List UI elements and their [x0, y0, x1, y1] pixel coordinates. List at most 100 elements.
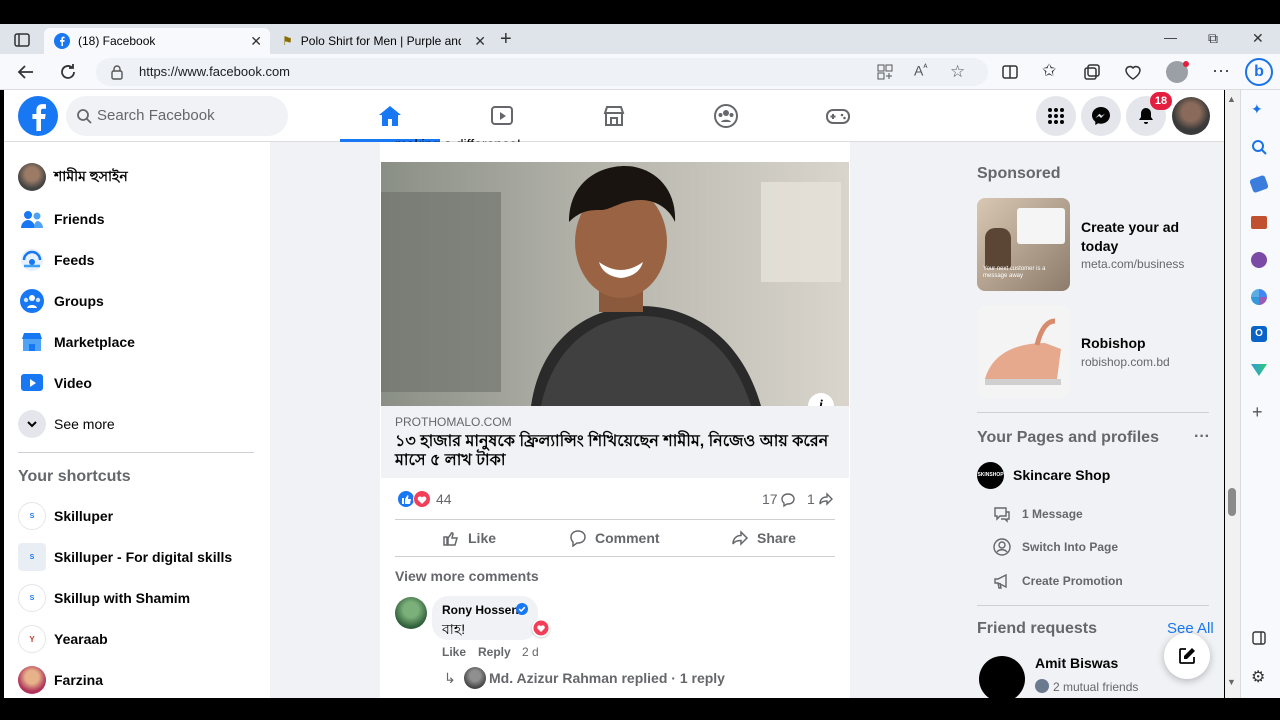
share-count-icon: [818, 491, 834, 507]
tab-facebook[interactable]: (18) Facebook ✕: [44, 28, 270, 54]
comment-reply-link[interactable]: Reply: [478, 645, 511, 659]
like-button[interactable]: Like: [442, 528, 496, 548]
groups-icon: [18, 287, 46, 315]
scroll-thumb[interactable]: [1228, 488, 1236, 516]
reaction-count[interactable]: 44: [436, 491, 452, 507]
games-icon[interactable]: [1251, 252, 1267, 268]
messenger-button[interactable]: [1081, 96, 1121, 136]
back-arrow-icon[interactable]: [16, 62, 36, 82]
view-replies-link[interactable]: Md. Azizur Rahman replied · 1 reply: [489, 670, 725, 686]
shortcuts-title: Your shortcuts: [18, 468, 131, 485]
sidebar-item-profile[interactable]: শামীম হুসাইন: [18, 162, 128, 192]
profile-alert-dot: [1183, 61, 1189, 67]
outlook-icon[interactable]: O: [1251, 326, 1267, 342]
sidebar-panel-icon[interactable]: [1252, 631, 1266, 645]
reply-arrow-icon: ↳: [444, 670, 456, 686]
discover-icon[interactable]: ✦: [1251, 101, 1263, 118]
ad-domain[interactable]: robishop.com.bd: [1081, 355, 1170, 369]
tab-actions-icon[interactable]: [12, 30, 32, 50]
read-aloud-icon[interactable]: Aᴬ: [914, 62, 927, 79]
scroll-up-icon[interactable]: ▲: [1227, 94, 1236, 104]
page-avatar[interactable]: SKINSHOP: [977, 462, 1004, 489]
sidebar-item-feeds[interactable]: Feeds: [18, 245, 94, 275]
ad-domain[interactable]: meta.com/business: [1081, 257, 1184, 271]
account-avatar[interactable]: [1172, 97, 1210, 135]
page-action-promotion[interactable]: Create Promotion: [992, 571, 1123, 591]
app-available-icon[interactable]: [876, 63, 894, 81]
post-link-image[interactable]: [381, 162, 849, 406]
sidebar-item-marketplace[interactable]: Marketplace: [18, 327, 135, 357]
sidebar-search-icon[interactable]: [1251, 139, 1267, 155]
pages-more-button[interactable]: ···: [1194, 428, 1210, 446]
add-sidebar-app-icon[interactable]: +: [1252, 402, 1263, 423]
home-icon[interactable]: [377, 103, 403, 129]
shortcut-skillup-shamim[interactable]: S Skillup with Shamim: [18, 583, 190, 613]
mutual-friends-count[interactable]: 2 mutual friends: [1053, 680, 1138, 694]
tab-polo-shirt[interactable]: ⚑ Polo Shirt for Men | Purple and B ✕: [272, 28, 494, 54]
tools-icon[interactable]: [1251, 216, 1267, 229]
collections-icon[interactable]: [1083, 63, 1101, 81]
tab-close-icon[interactable]: ✕: [250, 33, 262, 50]
sidebar-item-groups[interactable]: Groups: [18, 286, 104, 316]
comment-like-link[interactable]: Like: [442, 645, 466, 659]
comment-time[interactable]: 2 d: [522, 645, 539, 659]
shortcut-skilluper[interactable]: S Skilluper: [18, 501, 113, 531]
gaming-nav-icon[interactable]: [825, 103, 851, 129]
link-title[interactable]: ১৩ হাজার মানুষকে ফ্রিল্যান্সিং শিখিয়েছে…: [395, 432, 835, 470]
friend-request-avatar[interactable]: [979, 656, 1025, 702]
microsoft-365-icon[interactable]: [1251, 289, 1267, 305]
sidebar-settings-gear-icon[interactable]: ⚙: [1251, 667, 1265, 687]
browser-essentials-icon[interactable]: [1124, 63, 1142, 81]
marketplace-nav-icon[interactable]: [601, 103, 627, 129]
comment-count[interactable]: 17: [762, 491, 778, 507]
tab-close-icon[interactable]: ✕: [474, 33, 486, 50]
sidebar-item-video[interactable]: Video: [18, 368, 92, 398]
friend-request-name[interactable]: Amit Biswas: [1035, 655, 1118, 671]
groups-nav-icon[interactable]: [713, 103, 739, 129]
ad-title[interactable]: Create your ad today: [1081, 218, 1201, 256]
ad-title[interactable]: Robishop: [1081, 334, 1201, 353]
scroll-down-icon[interactable]: ▼: [1227, 677, 1236, 687]
shortcut-label: Yearaab: [54, 631, 108, 647]
shortcut-farzina[interactable]: Farzina: [18, 665, 103, 695]
restore-button[interactable]: ⧉: [1208, 30, 1218, 47]
minimize-button[interactable]: —: [1164, 30, 1177, 45]
page-scrollbar[interactable]: [1225, 90, 1240, 698]
ad-image-meta[interactable]: Your next customer is a message away: [977, 198, 1070, 291]
new-message-button[interactable]: [1164, 633, 1210, 679]
shortcut-yearaab[interactable]: Y Yearaab: [18, 624, 108, 654]
url-text[interactable]: https://www.facebook.com: [139, 64, 290, 79]
view-more-comments[interactable]: View more comments: [395, 568, 539, 584]
reactions-icon[interactable]: [397, 490, 433, 508]
link-source: PROTHOMALO.COM: [395, 415, 512, 429]
lock-icon[interactable]: [110, 64, 124, 80]
favorite-star-icon[interactable]: ☆: [950, 62, 965, 82]
facebook-logo-icon[interactable]: [18, 96, 58, 136]
shortcut-skilluper-digital[interactable]: S Skilluper - For digital skills: [18, 542, 232, 572]
profile-avatar: [18, 163, 46, 191]
watch-icon[interactable]: [489, 103, 515, 129]
more-menu-icon[interactable]: ···: [1212, 60, 1230, 81]
refresh-icon[interactable]: [58, 62, 78, 82]
favorites-icon[interactable]: ✩: [1042, 61, 1056, 81]
new-tab-button[interactable]: +: [500, 28, 512, 51]
split-screen-icon[interactable]: [1001, 63, 1019, 81]
sidebar-item-see-more[interactable]: See more: [18, 409, 115, 439]
page-action-switch[interactable]: Switch Into Page: [992, 537, 1118, 557]
close-window-button[interactable]: ✕: [1252, 30, 1264, 47]
sidebar-item-friends[interactable]: Friends: [18, 204, 105, 234]
comment-author[interactable]: Rony Hossen: [442, 603, 519, 617]
commenter-avatar[interactable]: [395, 597, 427, 629]
comment-button[interactable]: Comment: [569, 528, 660, 548]
comment-love-reaction-icon[interactable]: [532, 619, 550, 637]
shortcut-logo: S: [18, 584, 46, 612]
page-name[interactable]: Skincare Shop: [1013, 467, 1110, 483]
page-action-message[interactable]: 1 Message: [992, 504, 1083, 524]
bing-copilot-icon[interactable]: b: [1245, 58, 1273, 86]
ad-image-robishop[interactable]: [977, 305, 1070, 398]
share-count[interactable]: 1: [807, 491, 815, 507]
share-button[interactable]: Share: [731, 528, 796, 548]
menu-grid-button[interactable]: [1036, 96, 1076, 136]
search-placeholder: Search Facebook: [97, 107, 215, 124]
switch-profile-icon: [993, 538, 1011, 556]
